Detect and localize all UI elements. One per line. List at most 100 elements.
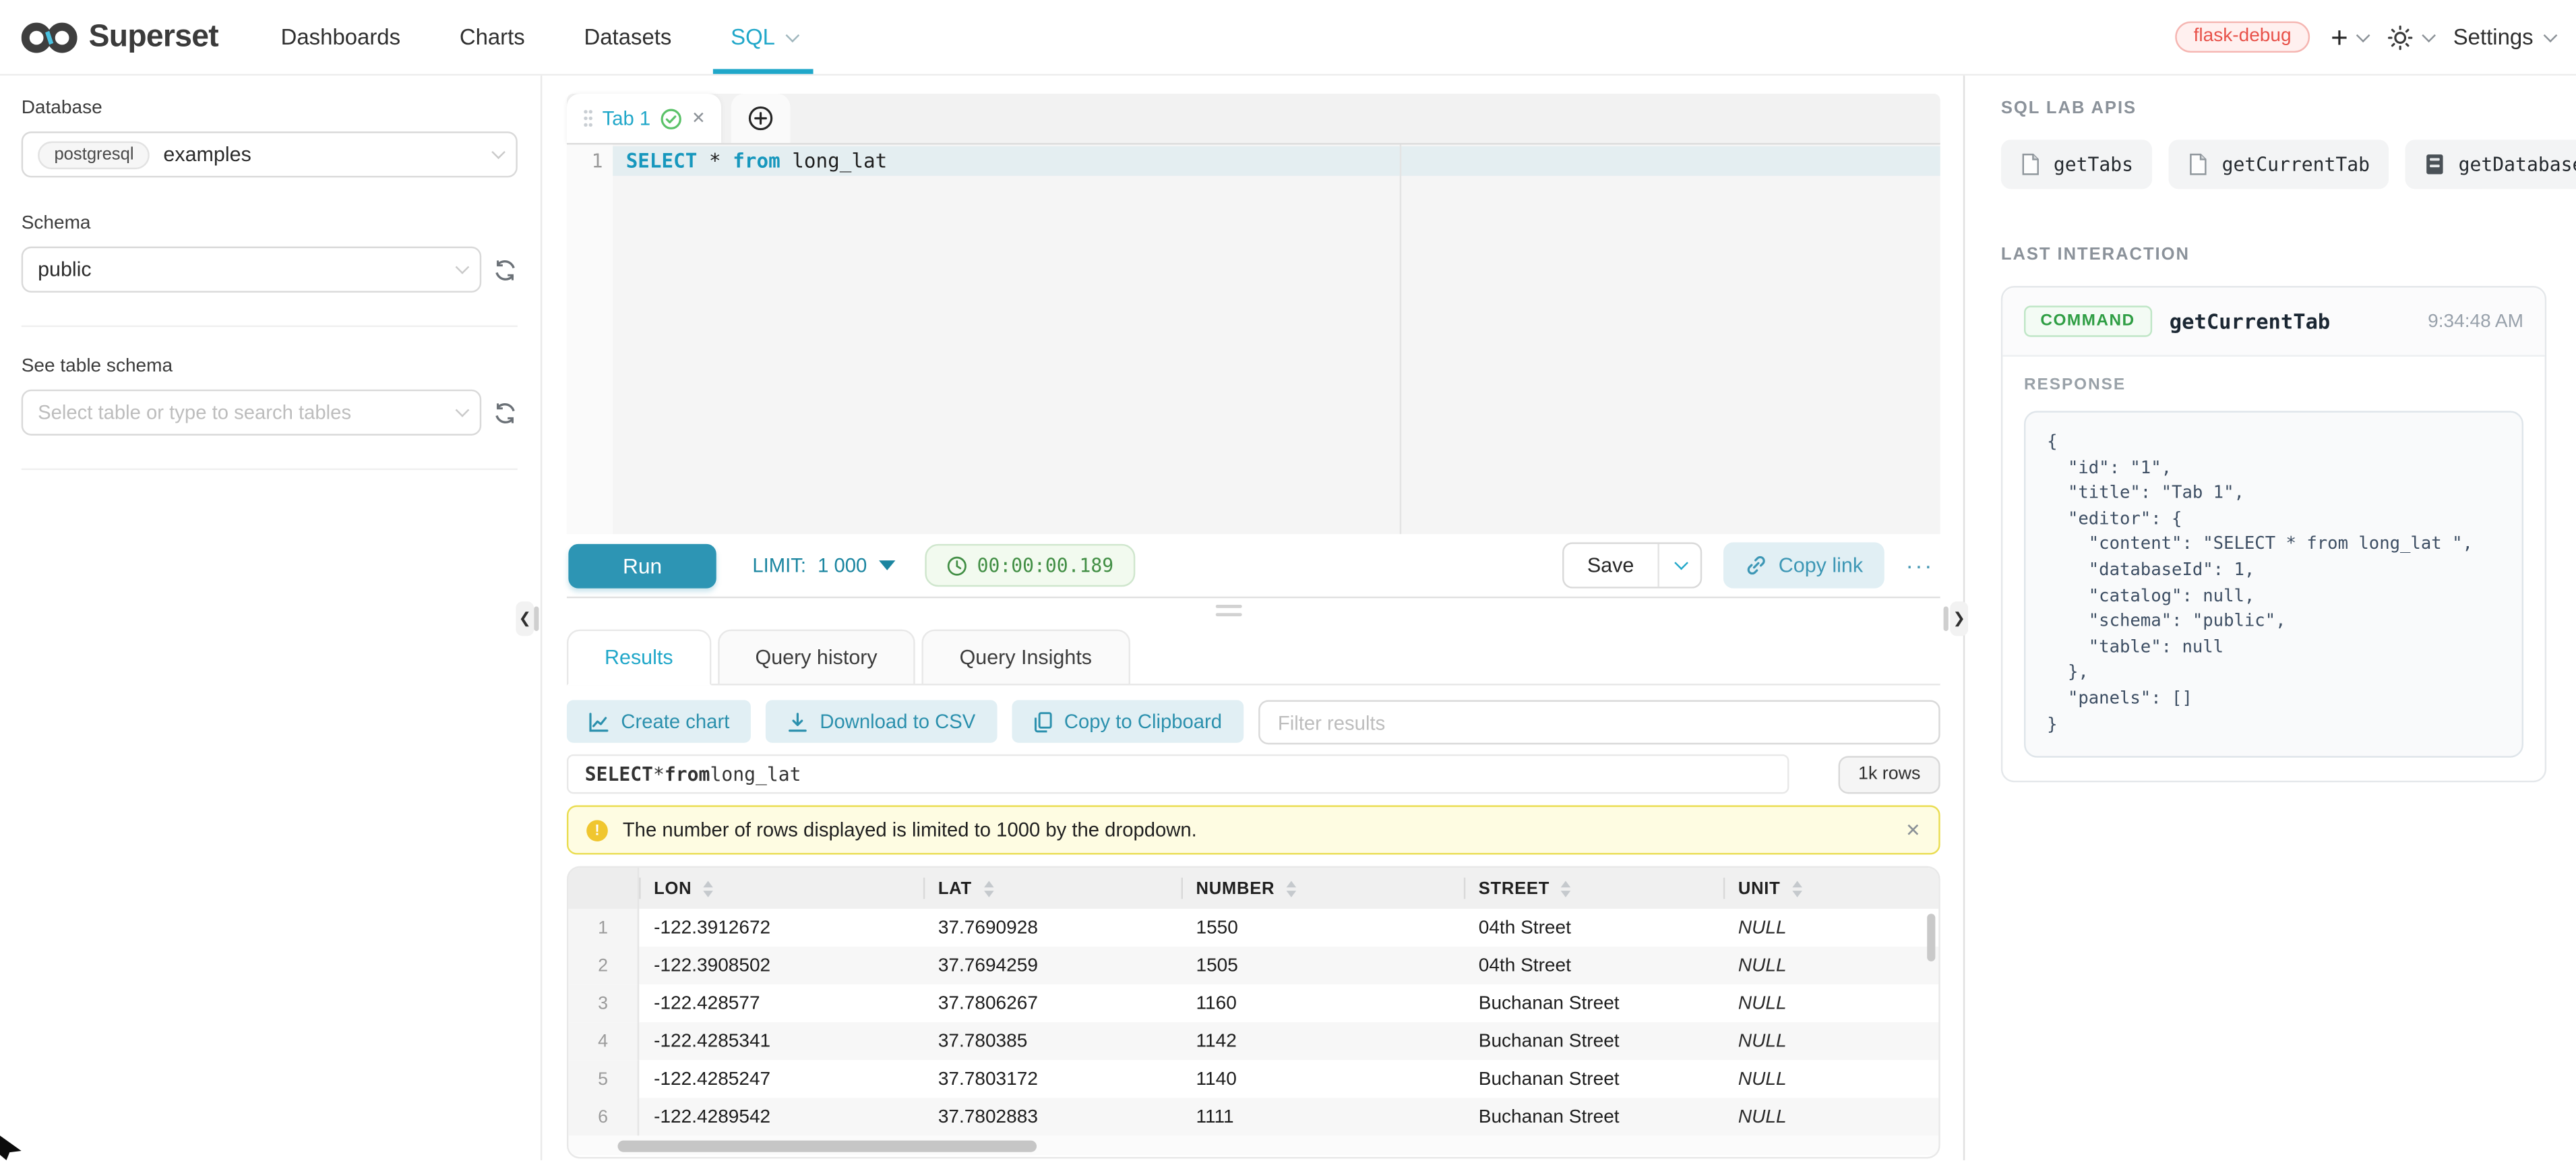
nav-sql[interactable]: SQL <box>731 0 795 74</box>
json-line: }, <box>2047 661 2501 687</box>
row-count-badge: 1k rows <box>1839 755 1940 793</box>
sort-icon <box>1792 880 1802 896</box>
get-tabs-button[interactable]: getTabs <box>2001 140 2153 189</box>
sql-lab-sidebar: Database postgresql examples Schema publ… <box>0 76 542 1160</box>
column-header-unit[interactable]: UNIT <box>1723 868 1938 909</box>
json-line: "table": null <box>2047 636 2501 661</box>
json-line: "databaseId": 1, <box>2047 559 2501 585</box>
command-badge: COMMAND <box>2024 305 2151 336</box>
collapse-api-panel-button[interactable]: ❯ <box>1950 601 1968 636</box>
nav-charts[interactable]: Charts <box>460 0 525 74</box>
response-label: RESPONSE <box>2024 376 2523 394</box>
chevron-down-icon <box>785 28 799 42</box>
tab-title: Tab 1 <box>603 107 651 129</box>
table-row: 2 -122.3908502 37.7694259 1505 04th Stre… <box>568 947 1938 984</box>
chevron-down-icon <box>456 260 470 274</box>
table-row: 5 -122.4285247 37.7803172 1140 Buchanan … <box>568 1060 1938 1098</box>
chevron-down-icon <box>2422 28 2436 42</box>
line-number: 1 <box>567 150 603 173</box>
chart-icon <box>588 711 610 732</box>
sidebar-divider <box>22 326 518 327</box>
add-tab-button[interactable] <box>731 94 791 143</box>
cabinet-icon-button[interactable]: getDatabases <box>2406 140 2576 189</box>
sql-lab-page: Superset Dashboards Charts Datasets SQL … <box>0 0 2576 1160</box>
environment-badge: flask-debug <box>2176 22 2310 53</box>
refresh-tables-icon[interactable] <box>493 400 518 425</box>
column-header-lat[interactable]: LAT <box>923 868 1182 909</box>
panel-split-handle[interactable] <box>1216 605 1242 621</box>
schema-select[interactable]: public <box>22 247 482 293</box>
more-actions-button[interactable]: ··· <box>1906 552 1934 578</box>
column-header-street[interactable]: STREET <box>1464 868 1723 909</box>
filter-results-input[interactable] <box>1258 700 1940 744</box>
theme-menu[interactable] <box>2387 24 2432 50</box>
superset-logo[interactable]: Superset <box>22 18 218 57</box>
sort-icon <box>703 880 713 896</box>
horizontal-scrollbar[interactable] <box>568 1135 1938 1155</box>
refresh-schema-icon[interactable] <box>493 257 518 282</box>
tab-success-icon <box>661 108 682 129</box>
create-chart-button[interactable]: Create chart <box>567 700 751 742</box>
clipboard-icon <box>1033 711 1053 732</box>
response-json-box: { "id": "1", "title": "Tab 1", "editor":… <box>2024 411 2523 758</box>
main-nav: Dashboards Charts Datasets SQL <box>281 0 795 74</box>
chevron-down-icon <box>2544 28 2558 42</box>
editor-toolbar: Run LIMIT: 1 000 00:00:00.189 Save <box>567 534 1940 598</box>
settings-menu[interactable]: Settings <box>2453 25 2553 50</box>
schema-value: public <box>38 258 92 281</box>
dismiss-warning-icon[interactable]: ✕ <box>1905 819 1920 841</box>
query-preview: SELECT * from long_lat <box>567 754 1789 794</box>
new-item-menu[interactable]: + <box>2331 22 2366 52</box>
last-interaction-heading: LAST INTERACTION <box>2001 245 2553 264</box>
database-value: examples <box>163 143 251 166</box>
tab-results[interactable]: Results <box>567 630 711 686</box>
apis-heading: SQL LAB APIS <box>2001 98 2553 118</box>
api-panel-resize-handle[interactable] <box>1944 606 1949 631</box>
interaction-card-body: RESPONSE { "id": "1", "title": "Tab 1", … <box>2002 357 2544 781</box>
sidebar-resize-handle[interactable] <box>534 606 539 631</box>
nav-dashboards[interactable]: Dashboards <box>281 0 400 74</box>
json-line: "catalog": null, <box>2047 585 2501 610</box>
sort-icon <box>1561 880 1571 896</box>
copy-link-button[interactable]: Copy link <box>1723 542 1884 588</box>
save-options-caret[interactable] <box>1657 544 1699 587</box>
save-button[interactable]: Save <box>1564 544 1657 587</box>
json-line: "content": "SELECT * from long_lat ", <box>2047 533 2501 559</box>
sql-code-editor[interactable]: 1 SELECT * from long_lat <box>567 143 1940 534</box>
editor-tab-1[interactable]: Tab 1 ✕ <box>567 94 721 143</box>
header-gutter <box>568 868 639 909</box>
column-header-lon[interactable]: LON <box>639 868 923 909</box>
document-icon <box>2021 153 2040 176</box>
json-line: "id": "1", <box>2047 456 2501 482</box>
chevron-down-icon <box>456 403 470 417</box>
chevron-down-icon <box>491 145 505 159</box>
warning-text: The number of rows displayed is limited … <box>623 818 1197 841</box>
header-right: flask-debug + Settings <box>2176 22 2553 53</box>
database-select[interactable]: postgresql examples <box>22 131 518 177</box>
query-timer: 00:00:00.189 <box>925 544 1135 587</box>
horizontal-scrollbar-thumb[interactable] <box>618 1139 1037 1151</box>
table-row: 1 -122.3912672 37.7690928 1550 04th Stre… <box>568 909 1938 947</box>
table-schema-label: See table schema <box>22 357 518 376</box>
tab-query-history[interactable]: Query history <box>717 630 915 686</box>
column-header-number[interactable]: NUMBER <box>1182 868 1464 909</box>
last-interaction-card: COMMAND getCurrentTab 9:34:48 AM RESPONS… <box>2001 286 2546 782</box>
limit-dropdown[interactable]: LIMIT: 1 000 <box>752 554 894 576</box>
run-button[interactable]: Run <box>568 543 716 588</box>
close-tab-icon[interactable]: ✕ <box>692 109 705 127</box>
warning-icon: ! <box>586 819 608 841</box>
copy-clipboard-button[interactable]: Copy to Clipboard <box>1012 700 1244 742</box>
download-csv-button[interactable]: Download to CSV <box>766 700 997 742</box>
vertical-scrollbar-thumb[interactable] <box>1927 914 1935 961</box>
tab-query-insights[interactable]: Query Insights <box>922 630 1130 686</box>
print-margin-line <box>1400 145 1401 536</box>
link-icon <box>1744 554 1767 576</box>
json-line: } <box>2047 713 2501 738</box>
collapse-sidebar-button[interactable]: ❮ <box>516 601 534 636</box>
editor-gutter <box>567 145 613 536</box>
database-label: Database <box>22 98 518 118</box>
get-current-tab-button[interactable]: getCurrentTab <box>2170 140 2390 189</box>
nav-datasets[interactable]: Datasets <box>584 0 671 74</box>
table-select[interactable]: Select table or type to search tables <box>22 390 482 436</box>
json-line: "schema": "public", <box>2047 610 2501 636</box>
